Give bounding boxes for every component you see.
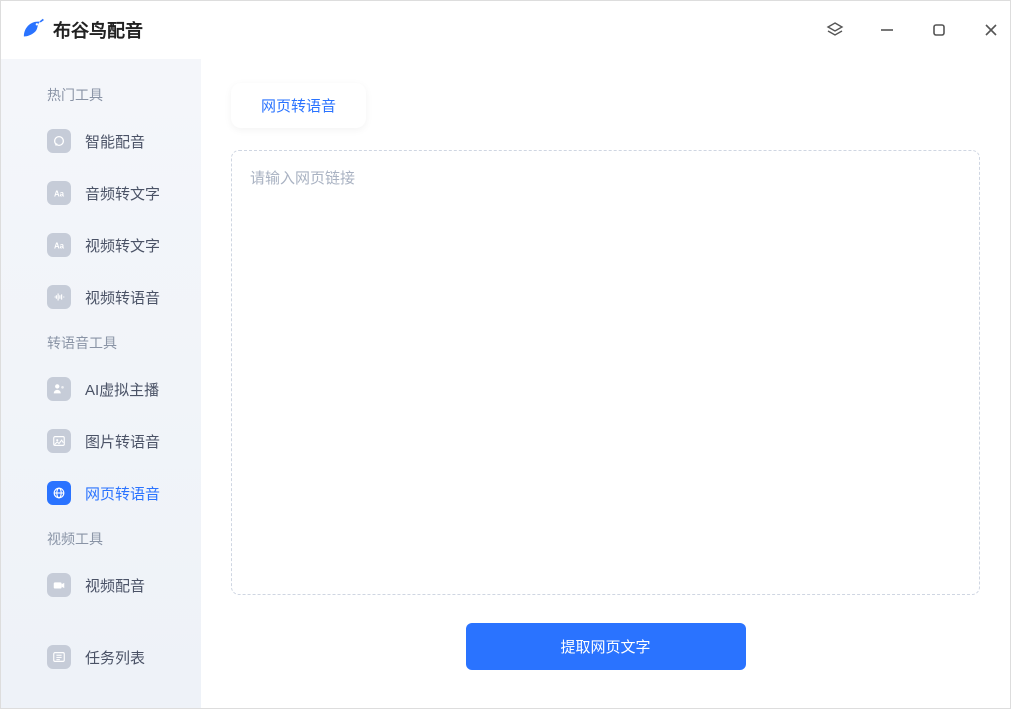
person-icon	[47, 377, 71, 401]
tab-web-to-speech[interactable]: 网页转语音	[231, 83, 366, 128]
camera-icon	[47, 573, 71, 597]
sidebar-item-audio-to-text[interactable]: Aa 音频转文字	[1, 167, 201, 219]
sidebar-item-label: 音频转文字	[85, 183, 160, 204]
layers-icon[interactable]	[826, 21, 844, 39]
sidebar-item-smart-dub[interactable]: 智能配音	[1, 115, 201, 167]
sidebar-item-image-to-speech[interactable]: 图片转语音	[1, 415, 201, 467]
sidebar-item-video-to-speech[interactable]: 视频转语音	[1, 271, 201, 323]
sidebar-item-label: 视频转语音	[85, 287, 160, 308]
sidebar-item-label: 视频转文字	[85, 235, 160, 256]
minimize-icon[interactable]	[878, 21, 896, 39]
aa-icon: Aa	[47, 233, 71, 257]
sidebar-item-label: 视频配音	[85, 575, 145, 596]
app-title: 布谷鸟配音	[53, 17, 143, 43]
action-row: 提取网页文字	[231, 617, 980, 684]
extract-button[interactable]: 提取网页文字	[466, 623, 746, 670]
url-input[interactable]	[231, 150, 980, 595]
app-logo: 布谷鸟配音	[19, 17, 143, 43]
sidebar-item-video-to-text[interactable]: Aa 视频转文字	[1, 219, 201, 271]
sidebar-item-web-to-speech[interactable]: 网页转语音	[1, 467, 201, 519]
bird-logo-icon	[19, 17, 45, 43]
sidebar-item-ai-anchor[interactable]: AI虚拟主播	[1, 363, 201, 415]
mic-icon	[47, 129, 71, 153]
svg-text:Aa: Aa	[54, 242, 65, 251]
sidebar-group-title: 转语音工具	[1, 323, 201, 363]
aa-icon: Aa	[47, 181, 71, 205]
sidebar-group-title: 视频工具	[1, 519, 201, 559]
wave-icon	[47, 285, 71, 309]
maximize-icon[interactable]	[930, 21, 948, 39]
sidebar-item-label: 网页转语音	[85, 483, 160, 504]
tab-bar: 网页转语音	[231, 83, 980, 128]
close-icon[interactable]	[982, 21, 1000, 39]
image-icon	[47, 429, 71, 453]
sidebar-item-task-list[interactable]: 任务列表	[1, 631, 201, 683]
main-content: 网页转语音 提取网页文字	[201, 59, 1010, 708]
globe-icon	[47, 481, 71, 505]
sidebar-item-label: 智能配音	[85, 131, 145, 152]
sidebar-item-label: 图片转语音	[85, 431, 160, 452]
sidebar-group-title: 热门工具	[1, 75, 201, 115]
sidebar-item-label: AI虚拟主播	[85, 379, 159, 400]
titlebar: 布谷鸟配音	[1, 1, 1010, 59]
sidebar: 热门工具智能配音 Aa 音频转文字 Aa 视频转文字视频转语音转语音工具 AI虚拟主播图片…	[1, 59, 201, 708]
list-icon	[47, 645, 71, 669]
window-controls	[826, 1, 1000, 59]
svg-text:Aa: Aa	[54, 190, 65, 199]
sidebar-item-video-dub[interactable]: 视频配音	[1, 559, 201, 611]
sidebar-item-label: 任务列表	[85, 647, 145, 668]
